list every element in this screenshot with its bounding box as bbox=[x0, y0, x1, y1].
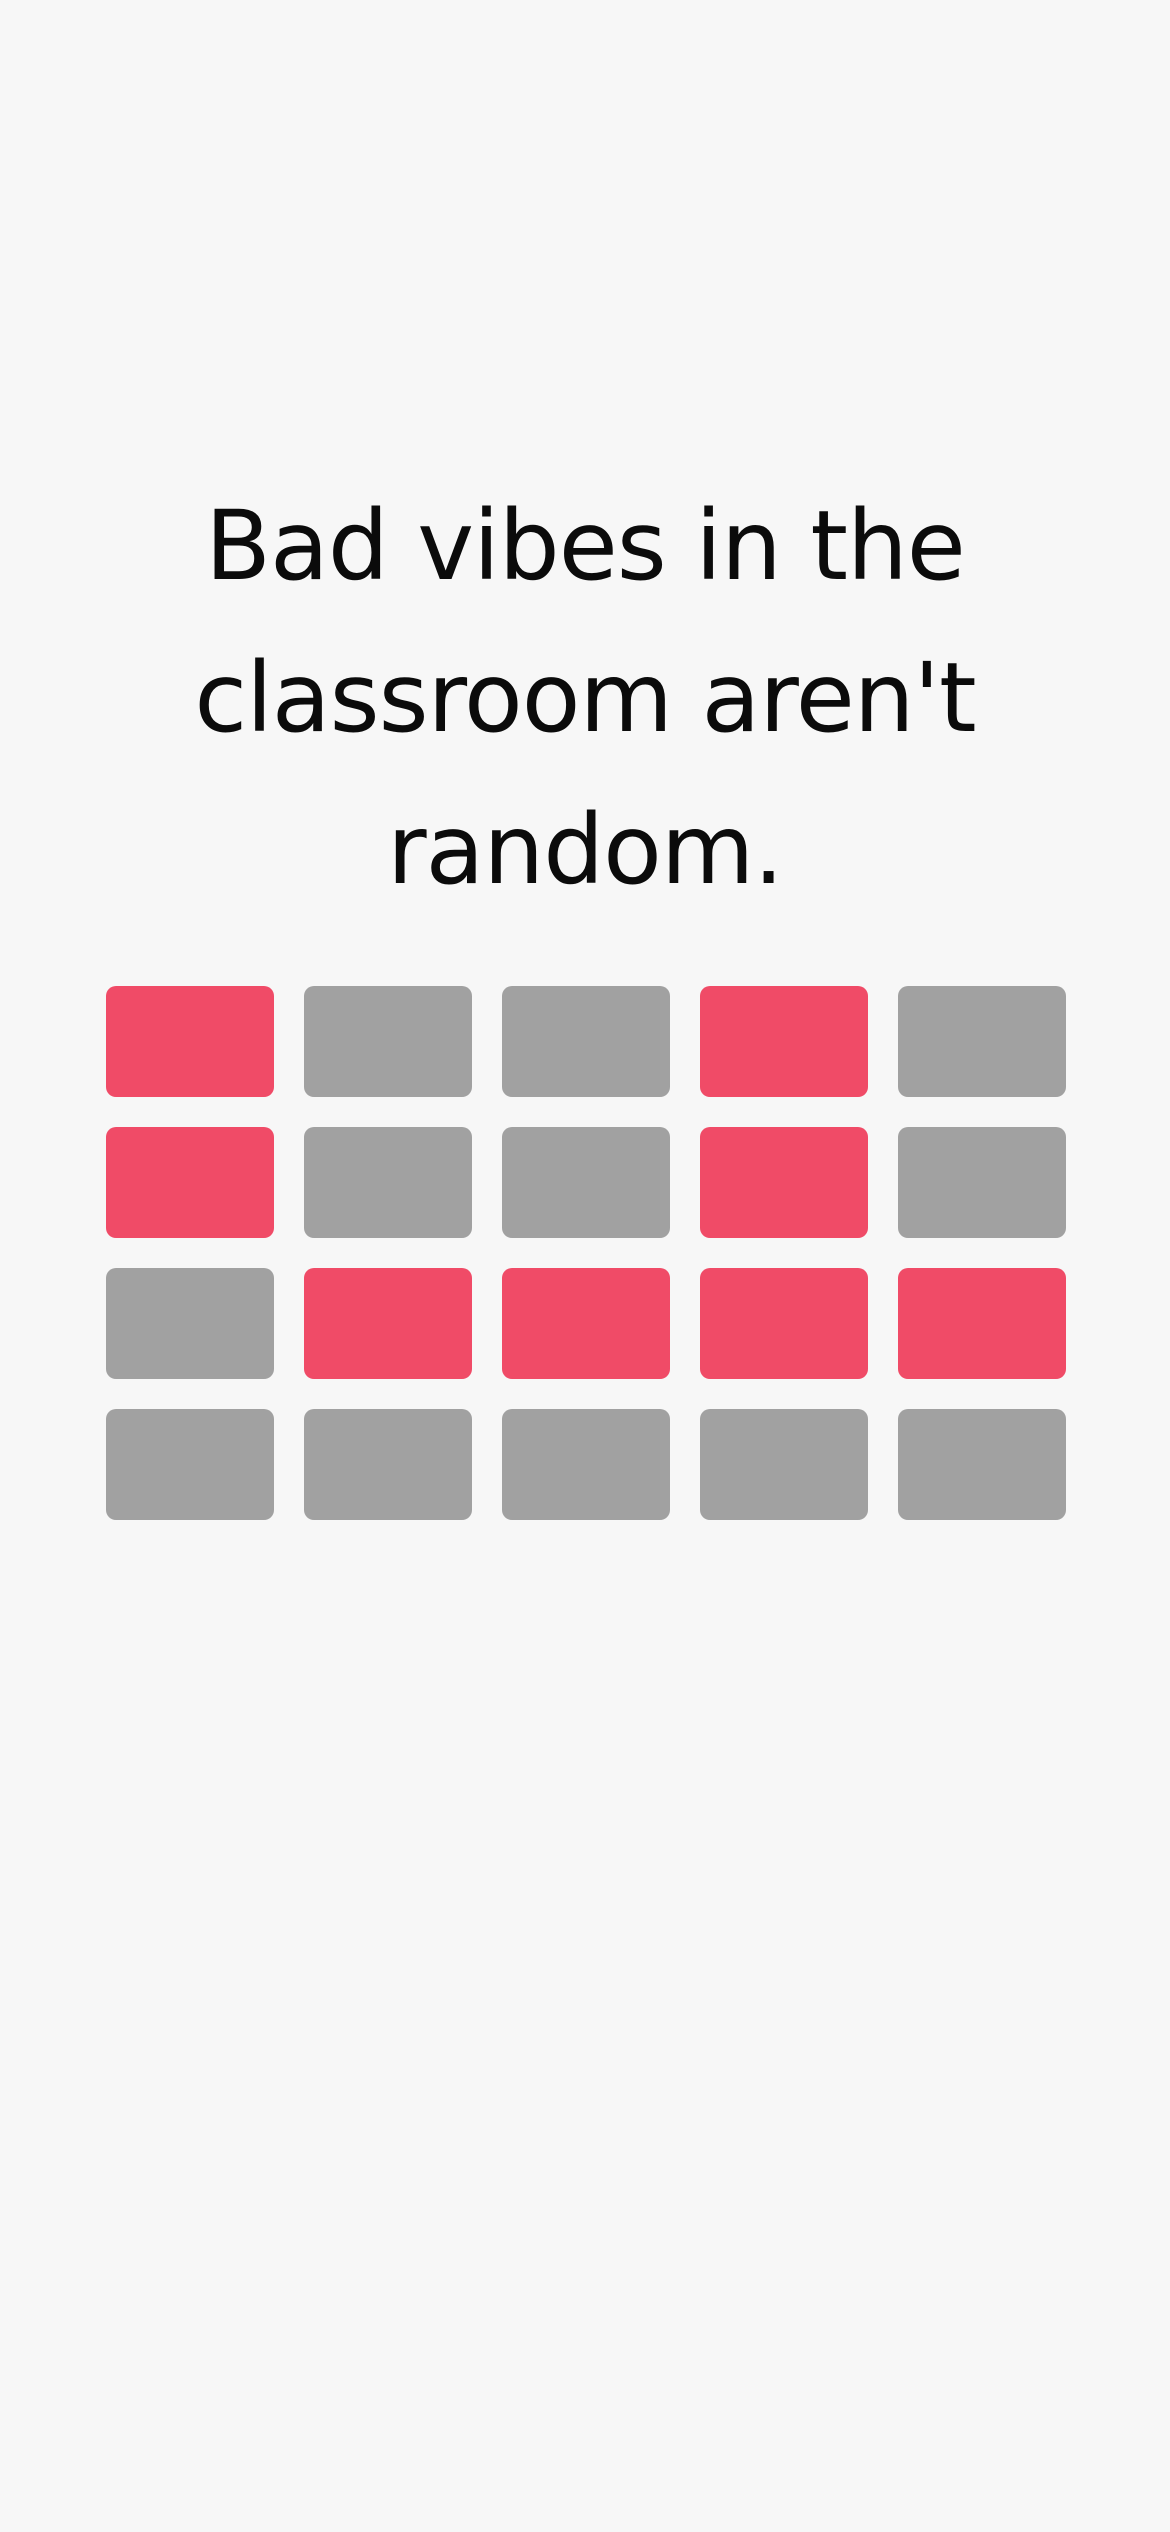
grid-tile-neutral bbox=[502, 986, 670, 1097]
tile-grid bbox=[106, 986, 1066, 1520]
grid-tile-highlight bbox=[898, 1268, 1066, 1379]
screen: Bad vibes in the classroom aren't random… bbox=[0, 0, 1170, 2532]
grid-tile-neutral bbox=[304, 1127, 472, 1238]
grid-tile-neutral bbox=[898, 1409, 1066, 1520]
grid-tile-neutral bbox=[304, 1409, 472, 1520]
grid-tile-neutral bbox=[700, 1409, 868, 1520]
grid-tile-highlight bbox=[106, 1127, 274, 1238]
grid-tile-highlight bbox=[700, 986, 868, 1097]
grid-tile-highlight bbox=[700, 1127, 868, 1238]
grid-tile-neutral bbox=[502, 1127, 670, 1238]
grid-tile-highlight bbox=[502, 1268, 670, 1379]
grid-tile-highlight bbox=[304, 1268, 472, 1379]
grid-tile-neutral bbox=[898, 1127, 1066, 1238]
grid-tile-neutral bbox=[304, 986, 472, 1097]
grid-tile-neutral bbox=[502, 1409, 670, 1520]
grid-tile-neutral bbox=[106, 1409, 274, 1520]
grid-tile-highlight bbox=[106, 986, 274, 1097]
grid-tile-highlight bbox=[700, 1268, 868, 1379]
grid-tile-neutral bbox=[106, 1268, 274, 1379]
grid-tile-neutral bbox=[898, 986, 1066, 1097]
headline: Bad vibes in the classroom aren't random… bbox=[194, 490, 976, 906]
